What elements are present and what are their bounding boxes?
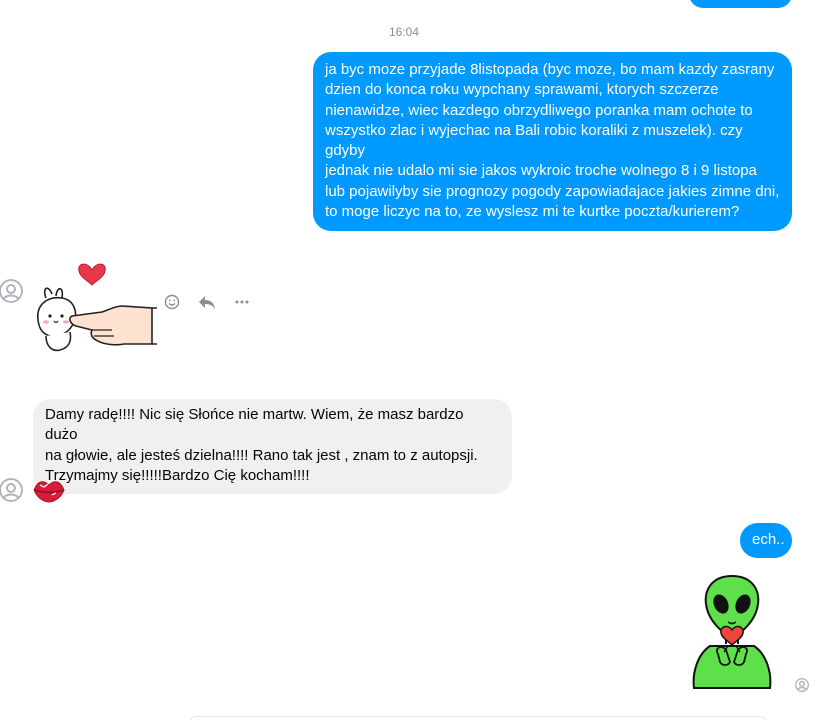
contact-avatar[interactable] [0,279,23,303]
incoming-message-polish[interactable]: Damy radę!!!! Nic się Słońce nie martw. … [33,399,512,495]
previous-outgoing-bubble[interactable] [689,0,792,8]
message-actions [162,292,252,312]
message-composer[interactable] [190,716,767,720]
red-lips-emoji[interactable] [32,476,66,504]
contact-avatar[interactable] [0,478,23,502]
outgoing-message-long[interactable]: ja byc moze przyjade 8listopada (byc moz… [313,52,792,232]
chat-thread: 16:04 ja byc moze przyjade 8listopada (b… [0,0,821,720]
more-icon[interactable] [232,292,252,312]
outgoing-message-short[interactable]: ech.. [740,523,792,559]
seen-indicator-avatar [795,678,809,692]
message-timestamp: 16:04 [388,25,420,39]
react-icon[interactable] [162,292,182,312]
reply-icon[interactable] [197,292,217,312]
green-alien-heart-sticker[interactable] [688,572,776,694]
bunny-poke-heart-sticker[interactable] [32,258,157,358]
